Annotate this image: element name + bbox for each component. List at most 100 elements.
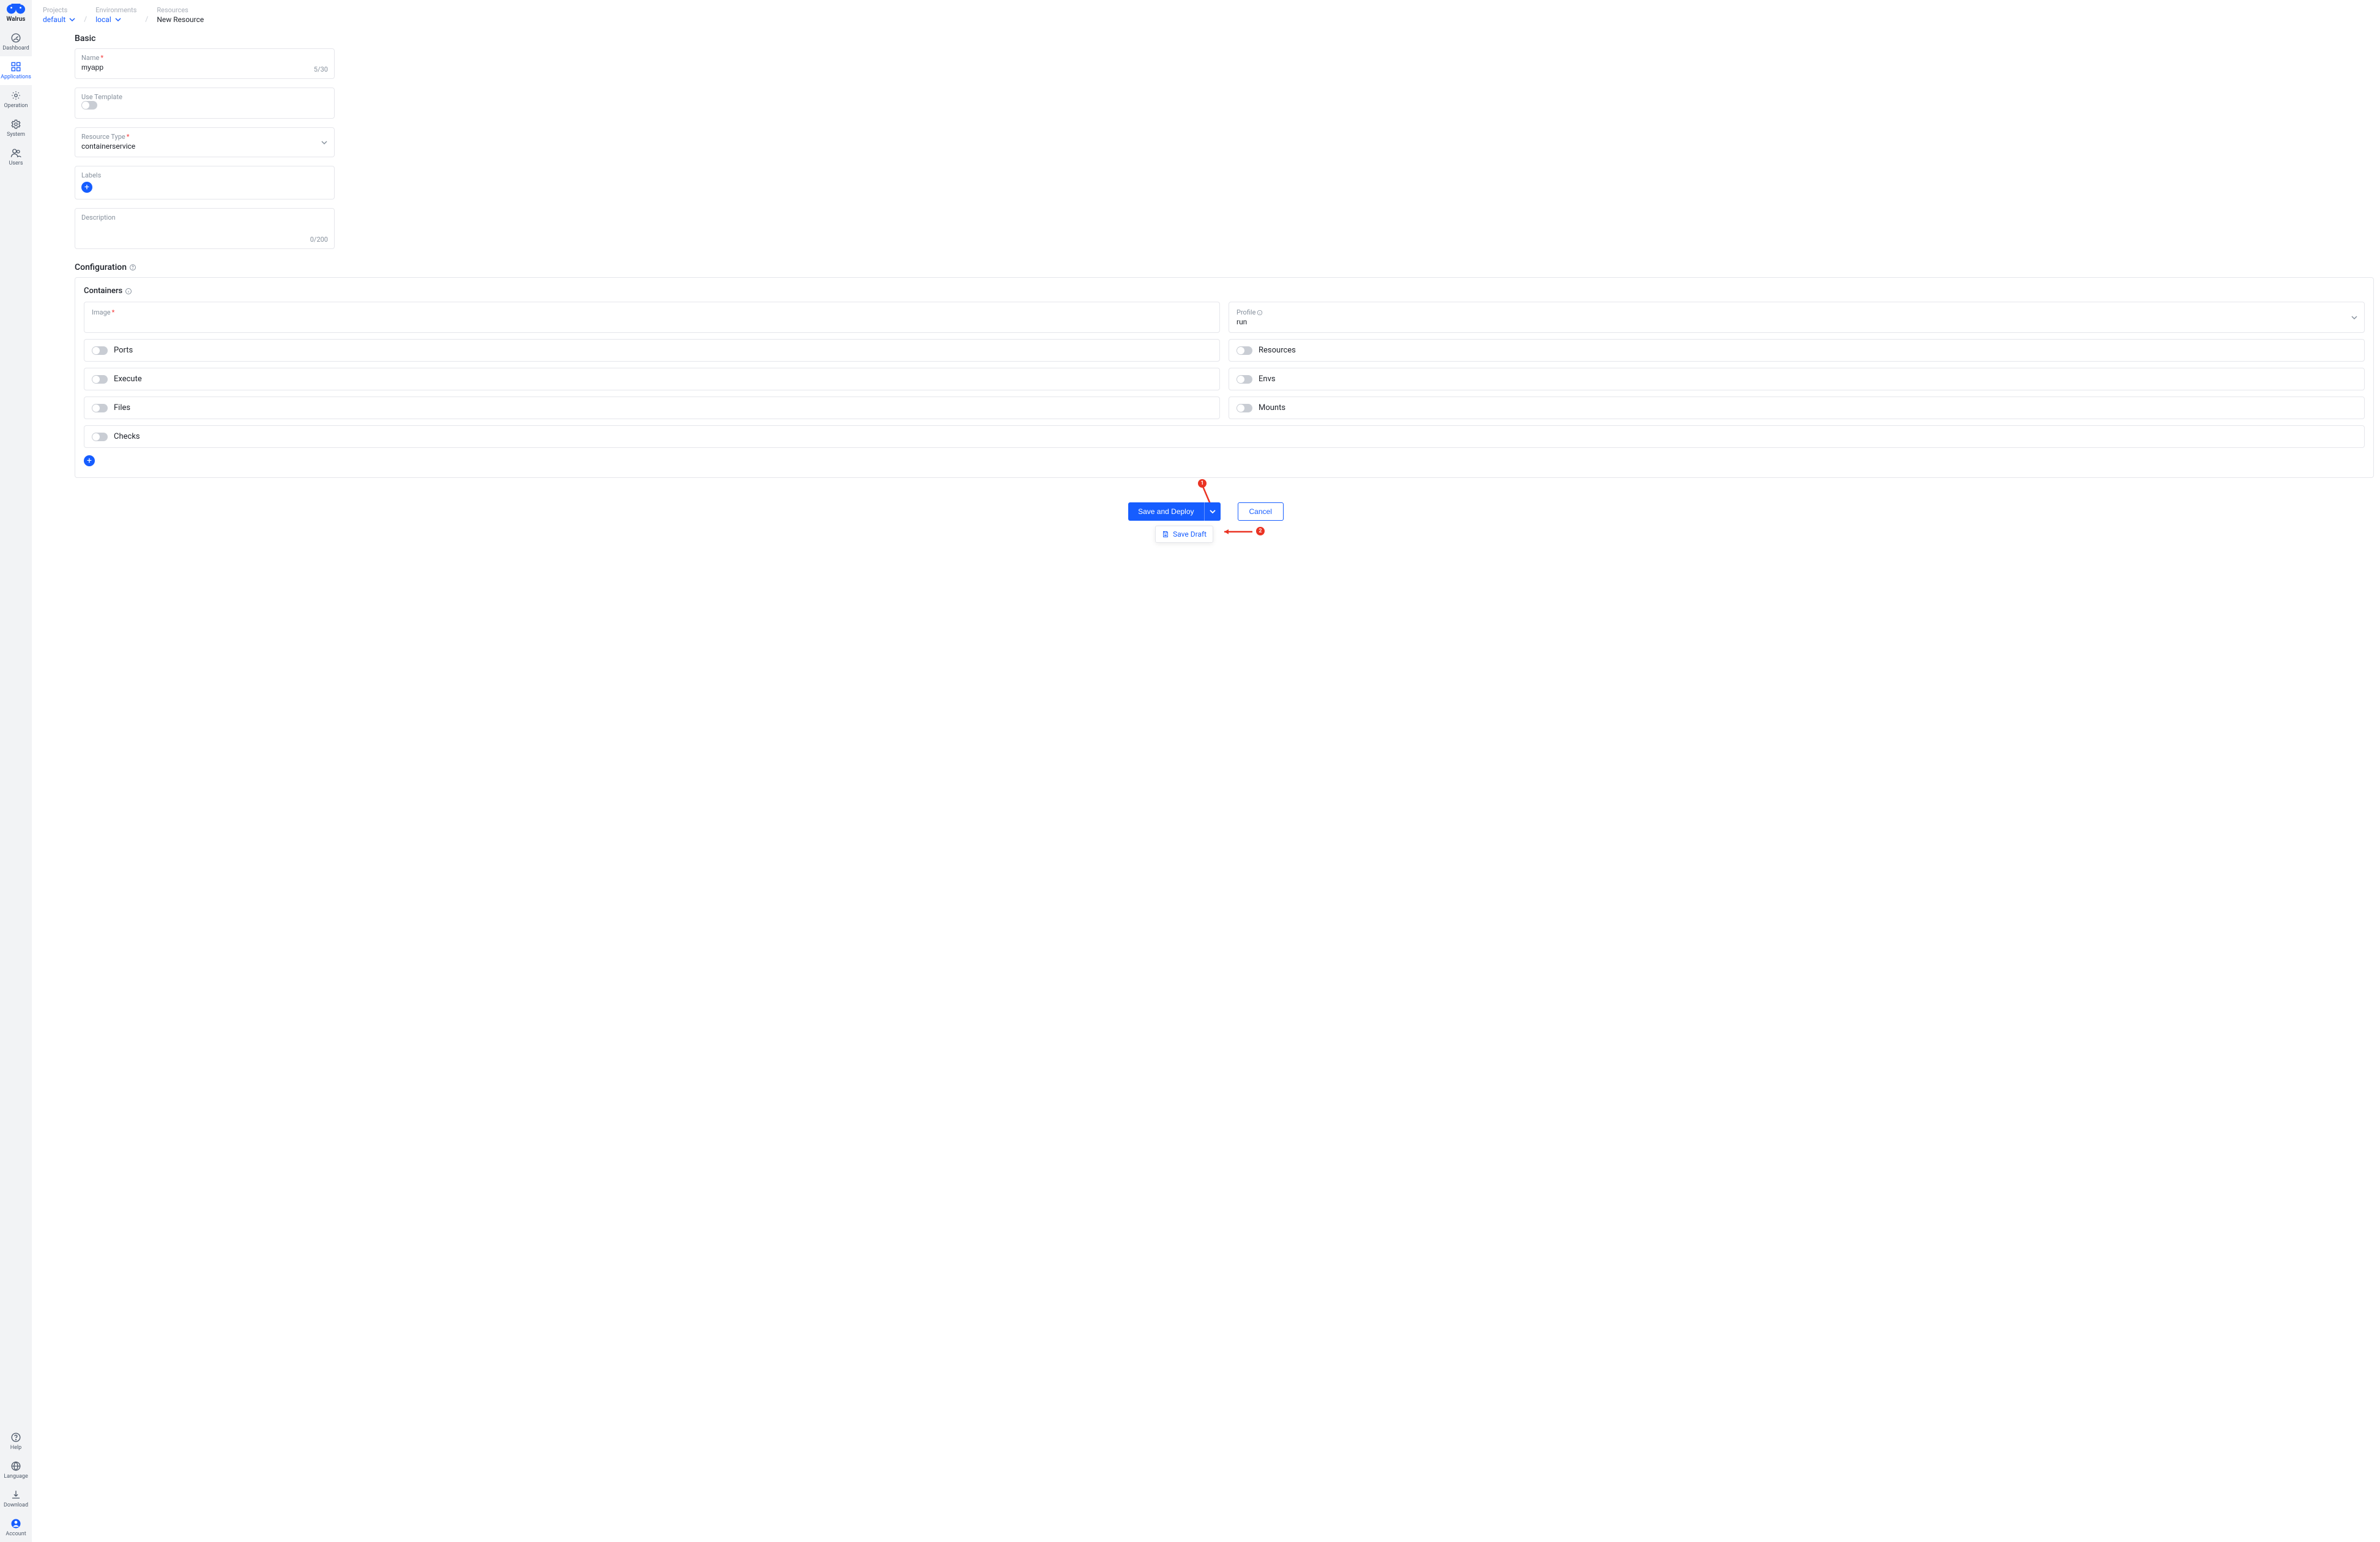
mounts-field: Mounts xyxy=(1229,397,2365,419)
resource-type-label: Resource Type xyxy=(81,133,125,141)
execute-label: Execute xyxy=(114,374,142,384)
use-template-toggle[interactable] xyxy=(81,101,97,110)
resource-type-value: containerservice xyxy=(81,141,328,151)
checks-toggle[interactable] xyxy=(92,433,108,441)
sidebar-item-label: Operation xyxy=(4,103,28,109)
sidebar-item-label: Language xyxy=(4,1473,28,1480)
breadcrumb-projects-label: Projects xyxy=(43,6,75,14)
ports-field: Ports xyxy=(84,339,1220,362)
breadcrumb-resources-label: Resources xyxy=(157,6,204,14)
image-field[interactable]: Image* xyxy=(84,302,1220,333)
name-field-label: Name xyxy=(81,54,99,62)
sidebar-item-account[interactable]: Account xyxy=(0,1513,32,1542)
ports-toggle[interactable] xyxy=(92,346,108,355)
info-icon[interactable] xyxy=(125,288,132,295)
sidebar-item-help[interactable]: Help xyxy=(0,1427,32,1456)
envs-toggle[interactable] xyxy=(1236,375,1252,384)
sidebar-item-language[interactable]: Language xyxy=(0,1456,32,1484)
resource-type-card[interactable]: Resource Type* containerservice xyxy=(75,127,335,157)
help-icon xyxy=(10,1432,21,1443)
labels-card: Labels + xyxy=(75,166,335,199)
profile-field[interactable]: Profile run xyxy=(1229,302,2365,333)
chevron-down-icon xyxy=(69,17,75,23)
sidebar-item-label: Dashboard xyxy=(2,45,29,51)
breadcrumb-envs-select[interactable]: local xyxy=(95,15,136,24)
use-template-card: Use Template xyxy=(75,88,335,119)
configuration-panel: Containers Image* Profile run xyxy=(75,277,2374,478)
sidebar-item-label: Applications xyxy=(1,74,31,80)
sidebar-item-applications[interactable]: Applications xyxy=(0,56,32,85)
labels-label: Labels xyxy=(81,171,101,179)
chevron-down-icon xyxy=(115,17,121,23)
save-and-deploy-button[interactable]: Save and Deploy xyxy=(1128,502,1203,521)
brand: Walrus xyxy=(0,0,32,28)
resources-field: Resources xyxy=(1229,339,2365,362)
execute-toggle[interactable] xyxy=(92,375,108,384)
annotation-badge-2: 2 xyxy=(1256,527,1265,535)
help-icon[interactable] xyxy=(129,264,136,271)
description-counter: 0/200 xyxy=(310,236,328,244)
profile-value: run xyxy=(1236,318,1247,326)
use-template-label: Use Template xyxy=(81,93,122,101)
profile-label: Profile xyxy=(1236,308,1255,316)
apps-icon xyxy=(10,61,21,72)
configuration-section-title: Configuration xyxy=(32,258,2380,277)
save-draft-icon xyxy=(1162,531,1169,538)
save-draft-label: Save Draft xyxy=(1173,530,1207,538)
envs-label: Envs xyxy=(1259,374,1276,384)
basic-section-title: Basic xyxy=(32,29,2380,48)
cancel-button[interactable]: Cancel xyxy=(1238,502,1284,521)
mounts-label: Mounts xyxy=(1259,403,1285,412)
chevron-down-icon xyxy=(321,139,328,146)
breadcrumb-projects-value: default xyxy=(43,15,65,24)
users-icon xyxy=(10,147,21,158)
description-label: Description xyxy=(81,214,116,222)
name-counter: 5/30 xyxy=(314,65,328,73)
gauge-icon xyxy=(10,32,21,43)
sidebar-item-label: System xyxy=(7,132,25,138)
breadcrumb-separator: / xyxy=(84,6,87,23)
name-field-card: Name* 5/30 xyxy=(75,48,335,79)
description-card: Description 0/200 xyxy=(75,208,335,249)
account-icon xyxy=(10,1518,21,1529)
save-draft-option[interactable]: Save Draft xyxy=(1155,526,1213,543)
files-toggle[interactable] xyxy=(92,404,108,412)
sidebar-item-label: Users xyxy=(9,160,23,166)
chevron-down-icon xyxy=(2351,314,2358,321)
nav-footer: Help Language Download Account xyxy=(0,1427,32,1542)
chevron-down-icon xyxy=(1210,508,1216,515)
save-deploy-group: Save and Deploy Save Draft xyxy=(1128,502,1220,521)
sidebar-item-operation[interactable]: Operation xyxy=(0,85,32,114)
sidebar-item-download[interactable]: Download xyxy=(0,1484,32,1513)
ports-label: Ports xyxy=(114,346,133,355)
breadcrumb-resources-value: New Resource xyxy=(157,15,204,24)
sidebar-item-label: Help xyxy=(10,1445,21,1451)
form-footer: 1 Save and Deploy xyxy=(32,478,2380,521)
sidebar-item-label: Download xyxy=(4,1502,28,1508)
save-and-deploy-caret[interactable] xyxy=(1204,502,1221,521)
resources-toggle[interactable] xyxy=(1236,346,1252,355)
envs-field: Envs xyxy=(1229,368,2365,390)
image-label: Image xyxy=(92,308,111,316)
download-icon xyxy=(10,1489,21,1500)
resources-label: Resources xyxy=(1259,346,1296,355)
sidebar-item-users[interactable]: Users xyxy=(0,143,32,171)
name-input[interactable] xyxy=(81,62,328,72)
add-container-button[interactable]: + xyxy=(84,455,95,466)
mounts-toggle[interactable] xyxy=(1236,404,1252,412)
breadcrumb-projects-select[interactable]: default xyxy=(43,15,75,24)
walrus-logo-icon xyxy=(7,4,25,15)
sidebar-item-system[interactable]: System xyxy=(0,114,32,143)
add-label-button[interactable]: + xyxy=(81,182,92,193)
brand-name: Walrus xyxy=(7,16,26,23)
files-label: Files xyxy=(114,403,130,412)
breadcrumb-envs-label: Environments xyxy=(95,6,136,14)
annotation-arrow-2 xyxy=(1219,527,1254,537)
info-icon xyxy=(1257,310,1263,316)
description-input[interactable] xyxy=(81,222,328,240)
files-field: Files xyxy=(84,397,1220,419)
sidebar-item-dashboard[interactable]: Dashboard xyxy=(0,28,32,56)
gear-icon xyxy=(10,119,21,130)
breadcrumb-envs-value: local xyxy=(95,15,111,24)
sidebar: Walrus Dashboard Applications Operation … xyxy=(0,0,32,1542)
